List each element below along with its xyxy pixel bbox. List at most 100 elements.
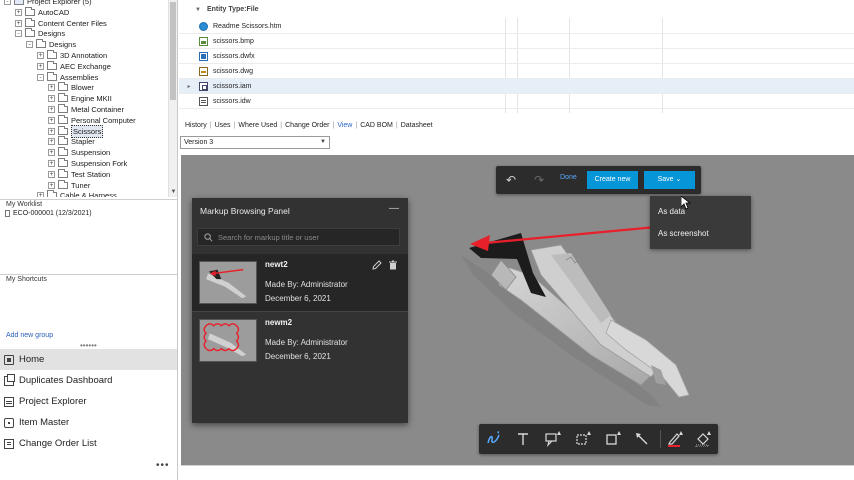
tab-datasheet[interactable]: Datasheet xyxy=(398,122,436,129)
tree-node[interactable]: + Engine MKII xyxy=(48,93,112,104)
file-name[interactable]: Readme Scissors.htm xyxy=(213,23,281,30)
tree-node[interactable]: + Content Center Files xyxy=(15,17,107,29)
expand-icon[interactable]: + xyxy=(15,8,22,16)
save-button[interactable]: Save ⌄ xyxy=(644,171,695,189)
version-selected: Version 3 xyxy=(184,139,214,146)
nav-item-project-explorer[interactable]: Project Explorer xyxy=(0,391,177,412)
text-tool-icon[interactable] xyxy=(515,431,531,447)
callout-tool-icon[interactable] xyxy=(545,431,561,447)
expand-icon[interactable]: + xyxy=(37,62,44,70)
markup-search-field[interactable] xyxy=(197,228,400,246)
fill-color-tool-icon[interactable] xyxy=(695,431,711,447)
tree-node[interactable]: - Assemblies xyxy=(37,71,98,83)
collapse-icon[interactable]: ▼ xyxy=(195,7,201,13)
expand-icon[interactable]: + xyxy=(48,106,55,113)
delete-trash-icon[interactable] xyxy=(388,260,398,270)
create-new-button[interactable]: Create new xyxy=(587,171,638,189)
nav-item-item-master[interactable]: Item Master xyxy=(0,412,177,433)
tree-node[interactable]: + Cable & Harness xyxy=(37,190,117,197)
rectangle-tool-icon[interactable] xyxy=(605,431,621,447)
save-as-screenshot-item[interactable]: As screenshot xyxy=(658,229,709,238)
undo-icon[interactable]: ↶ xyxy=(504,173,518,187)
expand-icon[interactable]: + xyxy=(37,192,44,197)
cloud-tool-icon[interactable] xyxy=(575,431,591,447)
tree-node[interactable]: + Scissors xyxy=(48,124,104,138)
nav-item-change-order-list[interactable]: Change Order List xyxy=(0,433,177,454)
tree-node[interactable]: + Metal Container xyxy=(48,104,124,115)
tree-node[interactable]: + AutoCAD xyxy=(15,6,70,18)
table-row[interactable]: ▸ scissors.iam xyxy=(179,79,854,94)
worklist-item[interactable]: ECO-000001 (12/3/2021) xyxy=(5,210,92,217)
more-options-button[interactable]: ••• xyxy=(156,460,170,471)
tab-where-used[interactable]: Where Used xyxy=(235,122,280,129)
tab-cad-bom[interactable]: CAD BOM xyxy=(357,122,396,129)
tree-scrollbar[interactable]: ▼ xyxy=(168,0,177,197)
expand-icon[interactable]: + xyxy=(48,116,55,124)
grid-group-header[interactable]: ▼ Entity Type:File xyxy=(195,6,259,13)
tab-view[interactable]: View xyxy=(334,122,355,129)
tree-node[interactable]: - Designs xyxy=(26,39,76,50)
table-row[interactable]: Readme Scissors.htm xyxy=(179,19,854,34)
model-viewer[interactable]: ↶ ↷ Done Create new Save ⌄ As data As sc… xyxy=(181,155,854,465)
tree-node[interactable]: + Suspension xyxy=(48,147,110,158)
expand-icon[interactable]: + xyxy=(48,149,55,157)
tree-node[interactable]: + Tuner xyxy=(48,179,90,191)
expand-icon[interactable]: + xyxy=(48,127,55,135)
markup-search-input[interactable] xyxy=(218,232,388,242)
tree-node[interactable]: + Blower xyxy=(48,82,94,93)
add-new-group-link[interactable]: Add new group xyxy=(6,332,53,339)
home-icon xyxy=(4,354,14,365)
table-row[interactable]: scissors.dwfx xyxy=(179,49,854,64)
file-name[interactable]: scissors.iam xyxy=(213,83,252,90)
collapse-icon[interactable]: - xyxy=(37,73,44,81)
tree-node[interactable]: + Stapler xyxy=(48,136,95,147)
file-name[interactable]: scissors.bmp xyxy=(213,38,254,45)
file-name[interactable]: scissors.dwfx xyxy=(213,53,255,60)
file-name[interactable]: scissors.dwg xyxy=(213,68,253,75)
expand-icon[interactable]: + xyxy=(15,19,22,27)
folder-icon xyxy=(58,93,68,103)
expand-icon[interactable]: + xyxy=(48,138,55,146)
nav-item-home[interactable]: Home xyxy=(0,349,177,370)
done-button[interactable]: Done xyxy=(560,174,577,181)
expand-icon[interactable]: + xyxy=(48,95,55,103)
tab-change-order[interactable]: Change Order xyxy=(282,122,332,129)
file-name[interactable]: scissors.idw xyxy=(213,98,251,105)
tree-node-label: AutoCAD xyxy=(38,7,70,17)
expand-icon[interactable]: + xyxy=(48,160,55,167)
expand-icon[interactable]: + xyxy=(37,52,44,59)
expand-icon[interactable]: + xyxy=(48,84,55,92)
markup-name: newt2 xyxy=(265,260,288,269)
markup-item-newt2[interactable]: newt2 Made By: Administrator December 6,… xyxy=(192,254,408,311)
version-select[interactable]: Version 3 ▼ xyxy=(180,136,330,149)
table-row[interactable]: scissors.idw xyxy=(179,94,854,109)
tree-node[interactable]: + AEC Exchange xyxy=(37,60,111,72)
tree-node-label: Cable & Harness xyxy=(60,191,117,197)
scroll-down-icon[interactable]: ▼ xyxy=(169,188,178,196)
tree-node[interactable]: - Designs xyxy=(15,28,65,39)
tree-scrollbar-thumb[interactable] xyxy=(170,2,176,100)
folder-icon xyxy=(47,71,57,81)
expand-icon[interactable]: + xyxy=(48,170,55,178)
stroke-color-tool-icon[interactable] xyxy=(667,431,683,447)
markup-item-newm2[interactable]: newm2 Made By: Administrator December 6,… xyxy=(192,312,408,369)
tree-node[interactable]: +3D Annotation xyxy=(37,50,107,61)
tab-uses[interactable]: Uses xyxy=(212,122,234,129)
nav-item-label: Home xyxy=(19,354,45,365)
edit-pencil-icon[interactable] xyxy=(372,260,382,270)
minimize-panel-button[interactable]: — xyxy=(389,203,399,214)
collapse-icon[interactable]: - xyxy=(26,41,33,49)
table-row[interactable]: scissors.dwg xyxy=(179,64,854,79)
nav-item-label: Duplicates Dashboard xyxy=(19,375,113,386)
arrow-tool-icon[interactable] xyxy=(634,431,650,447)
collapse-icon[interactable]: - xyxy=(15,30,22,38)
collapse-icon[interactable]: - xyxy=(4,0,11,5)
tree-node[interactable]: + Test Station xyxy=(48,168,110,180)
table-row[interactable]: scissors.bmp xyxy=(179,34,854,49)
tree-node[interactable]: + Suspension Fork xyxy=(48,158,127,169)
expand-icon[interactable]: + xyxy=(48,181,55,189)
redo-icon[interactable]: ↷ xyxy=(532,173,546,187)
freehand-tool-icon[interactable] xyxy=(486,431,502,447)
nav-item-duplicates-dashboard[interactable]: Duplicates Dashboard xyxy=(0,370,177,391)
tab-history[interactable]: History xyxy=(182,122,210,129)
